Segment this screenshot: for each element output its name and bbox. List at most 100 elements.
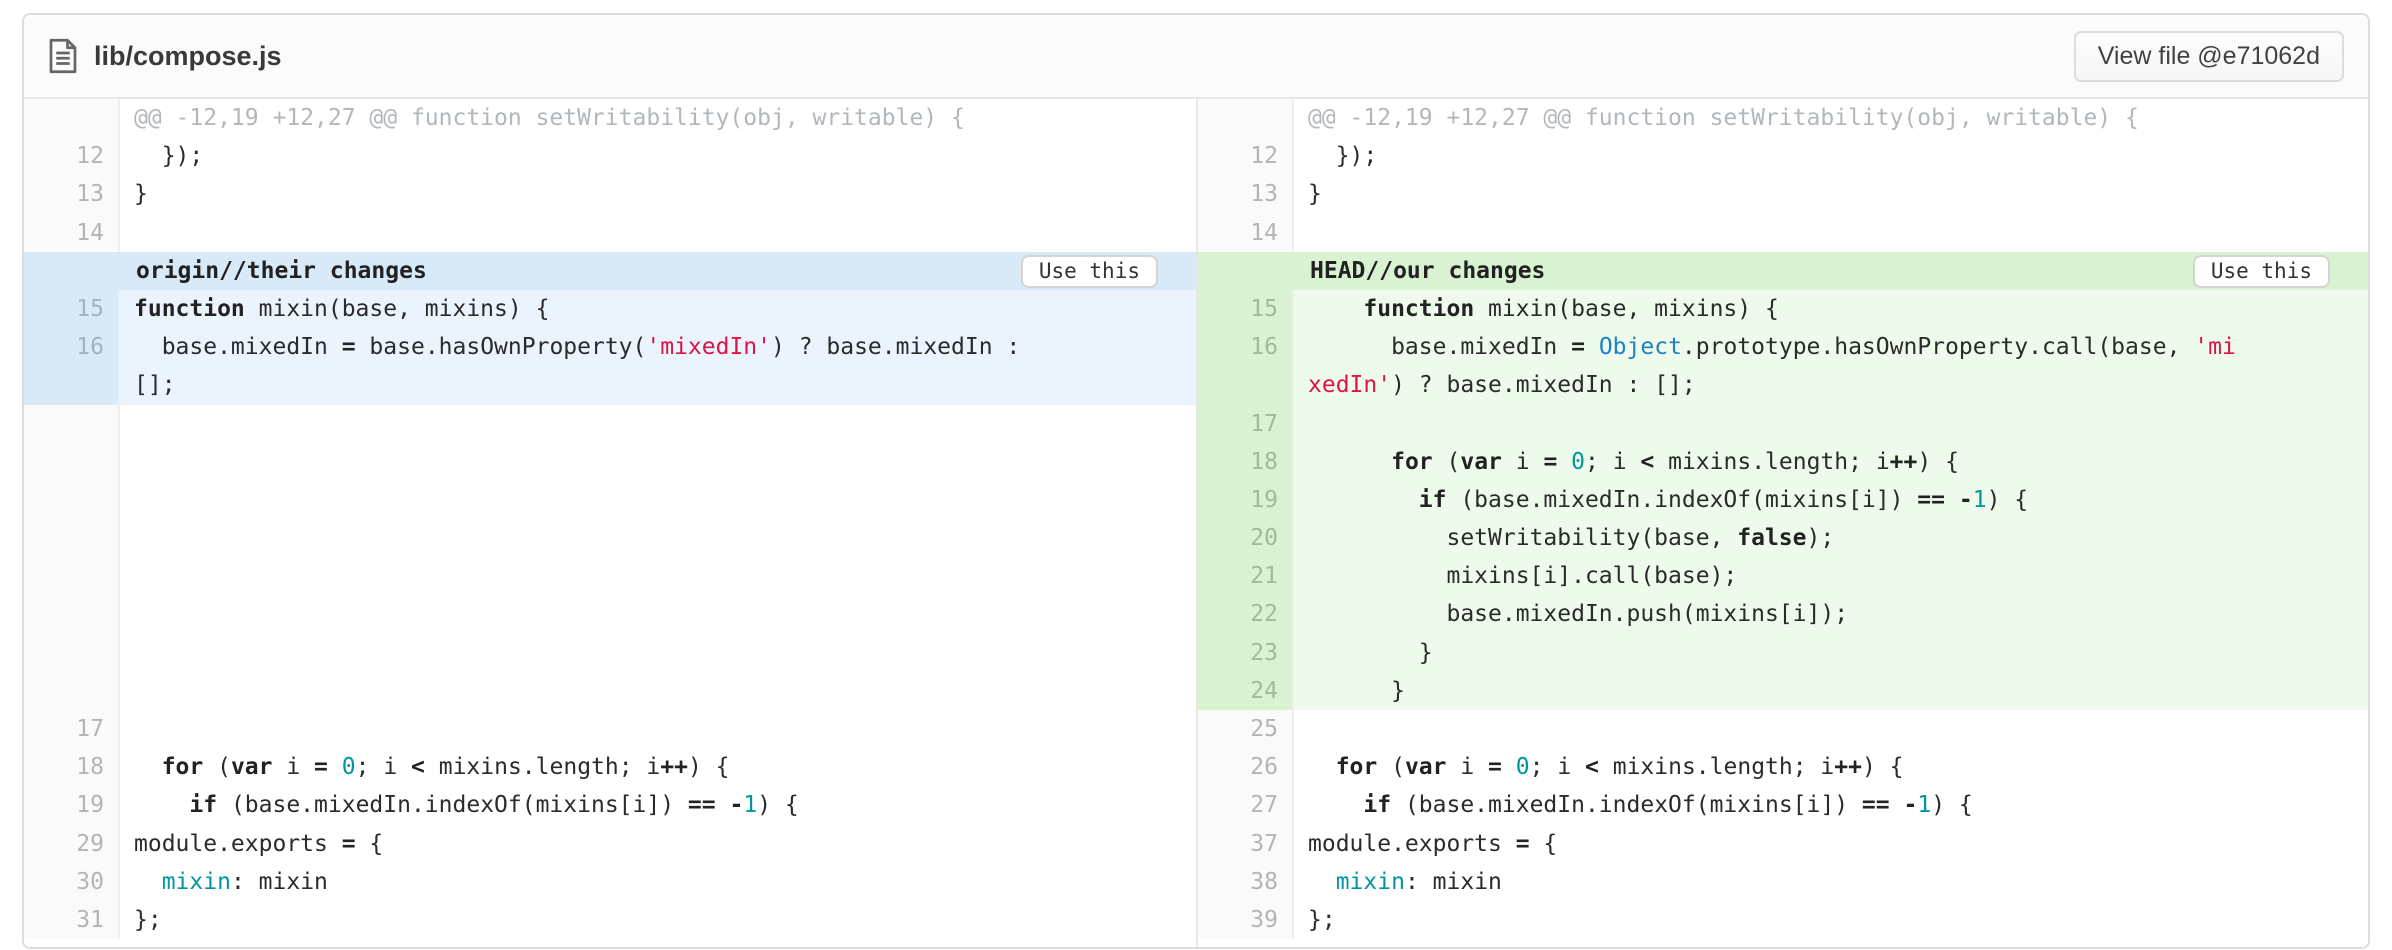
line-number: 38 xyxy=(1198,863,1294,901)
code-segment: } xyxy=(1308,678,1405,704)
diff-row: 37module.exports = { xyxy=(1198,825,2368,863)
line-number: 15 xyxy=(24,290,120,328)
code-segment: ) ? base.mixedIn : xyxy=(771,334,1020,360)
code-segment: (base.mixedIn.indexOf(mixins[i]) xyxy=(1446,487,1917,513)
code-segment xyxy=(1308,449,1391,475)
code-segment: } xyxy=(134,181,148,207)
code-segment: base.hasOwnProperty( xyxy=(356,334,647,360)
code-segment: module.exports xyxy=(134,831,342,857)
code-segment: < xyxy=(1585,754,1599,780)
diff-row: 39}; xyxy=(1198,901,2368,939)
code-line xyxy=(120,481,1196,519)
code-line: } xyxy=(1294,672,2368,710)
line-number: 16 xyxy=(1198,328,1294,366)
code-line xyxy=(120,443,1196,481)
file-name: lib/compose.js xyxy=(94,41,282,72)
code-segment: = xyxy=(342,831,356,857)
code-segment: }; xyxy=(134,907,162,933)
conflict-header-ours: HEAD//our changes Use this xyxy=(1198,252,2368,290)
code-segment: = xyxy=(1516,831,1530,857)
line-number: 17 xyxy=(24,710,120,748)
line-number: 13 xyxy=(1198,175,1294,213)
diff-row: 12 }); xyxy=(1198,137,2368,175)
code-line: mixins[i].call(base); xyxy=(1294,557,2368,595)
code-line: }); xyxy=(1294,137,2368,175)
code-line: } xyxy=(1294,634,2368,672)
code-segment xyxy=(134,754,162,780)
conflict-label: HEAD//our changes xyxy=(1198,258,1545,284)
diff-row: 30 mixin: mixin xyxy=(24,863,1196,901)
code-segment: i xyxy=(273,754,315,780)
code-segment: 1 xyxy=(743,792,757,818)
code-segment: == xyxy=(688,792,716,818)
view-file-button[interactable]: View file @e71062d xyxy=(2074,31,2344,82)
code-line: xedIn') ? base.mixedIn : []; xyxy=(1294,366,2368,404)
code-segment: }; xyxy=(1308,907,1336,933)
diff-row: 20 setWritability(base, false); xyxy=(1198,519,2368,557)
code-segment: mixin xyxy=(162,869,231,895)
code-line: function mixin(base, mixins) { xyxy=(1294,290,2368,328)
diff-row: 27 if (base.mixedIn.indexOf(mixins[i]) =… xyxy=(1198,786,2368,824)
diff-row: 19 if (base.mixedIn.indexOf(mixins[i]) =… xyxy=(1198,481,2368,519)
code-segment: ) ? base.mixedIn : []; xyxy=(1391,372,1696,398)
spacer-row xyxy=(24,672,1196,710)
code-segment: function xyxy=(134,296,245,322)
file-diff-panel: lib/compose.js View file @e71062d @@ -12… xyxy=(22,13,2370,949)
line-number xyxy=(24,405,120,443)
code-segment xyxy=(716,792,730,818)
line-number xyxy=(1198,99,1294,137)
code-segment: ++ xyxy=(660,754,688,780)
code-line xyxy=(1294,405,2368,443)
code-segment: mixins.length; i xyxy=(1599,754,1834,780)
code-segment: module.exports xyxy=(1308,831,1516,857)
file-header: lib/compose.js View file @e71062d xyxy=(24,15,2368,99)
diff-row: 21 mixins[i].call(base); xyxy=(1198,557,2368,595)
line-number xyxy=(24,634,120,672)
line-number xyxy=(24,481,120,519)
code-line: setWritability(base, false); xyxy=(1294,519,2368,557)
code-segment: } xyxy=(1308,181,1322,207)
use-this-button-ours[interactable]: Use this xyxy=(2193,255,2330,288)
code-segment: - xyxy=(1903,792,1917,818)
code-segment xyxy=(1308,869,1336,895)
line-number: 19 xyxy=(24,786,120,824)
code-segment: i xyxy=(1502,449,1544,475)
code-line: module.exports = { xyxy=(120,825,1196,863)
diff-row: 17 xyxy=(1198,405,2368,443)
code-line: } xyxy=(120,175,1196,213)
line-number xyxy=(24,557,120,595)
code-segment: for xyxy=(1391,449,1433,475)
code-segment: ) { xyxy=(1862,754,1904,780)
line-number: 24 xyxy=(1198,672,1294,710)
code-segment: base.mixedIn xyxy=(1308,334,1571,360)
code-segment xyxy=(1308,296,1363,322)
code-segment: - xyxy=(1959,487,1973,513)
code-segment: ++ xyxy=(1834,754,1862,780)
code-line: if (base.mixedIn.indexOf(mixins[i]) == -… xyxy=(1294,786,2368,824)
code-line: base.mixedIn = Object.prototype.hasOwnPr… xyxy=(1294,328,2368,366)
line-number: 12 xyxy=(1198,137,1294,175)
code-segment: ); xyxy=(1807,525,1835,551)
line-number: 26 xyxy=(1198,748,1294,786)
code-segment: ) { xyxy=(1931,792,1973,818)
diff-row: 29module.exports = { xyxy=(24,825,1196,863)
line-number: 15 xyxy=(1198,290,1294,328)
conflict-label: origin//their changes xyxy=(24,258,427,284)
line-number xyxy=(24,443,120,481)
line-number xyxy=(24,672,120,710)
line-number xyxy=(24,519,120,557)
code-segment: ) { xyxy=(1917,449,1959,475)
diff-row: 38 mixin: mixin xyxy=(1198,863,2368,901)
code-segment: mixin(base, mixins) { xyxy=(245,296,550,322)
diff-row: 15 function mixin(base, mixins) { xyxy=(24,290,1196,328)
code-segment xyxy=(1502,754,1516,780)
code-segment: 0 xyxy=(1571,449,1585,475)
code-line: for (var i = 0; i < mixins.length; i++) … xyxy=(1294,748,2368,786)
code-segment: } xyxy=(1308,640,1433,666)
code-line: if (base.mixedIn.indexOf(mixins[i]) == -… xyxy=(1294,481,2368,519)
code-line: for (var i = 0; i < mixins.length; i++) … xyxy=(120,748,1196,786)
line-number: 17 xyxy=(1198,405,1294,443)
use-this-button-theirs[interactable]: Use this xyxy=(1021,255,1158,288)
code-segment xyxy=(134,792,189,818)
diff-row: 14 xyxy=(24,214,1196,252)
